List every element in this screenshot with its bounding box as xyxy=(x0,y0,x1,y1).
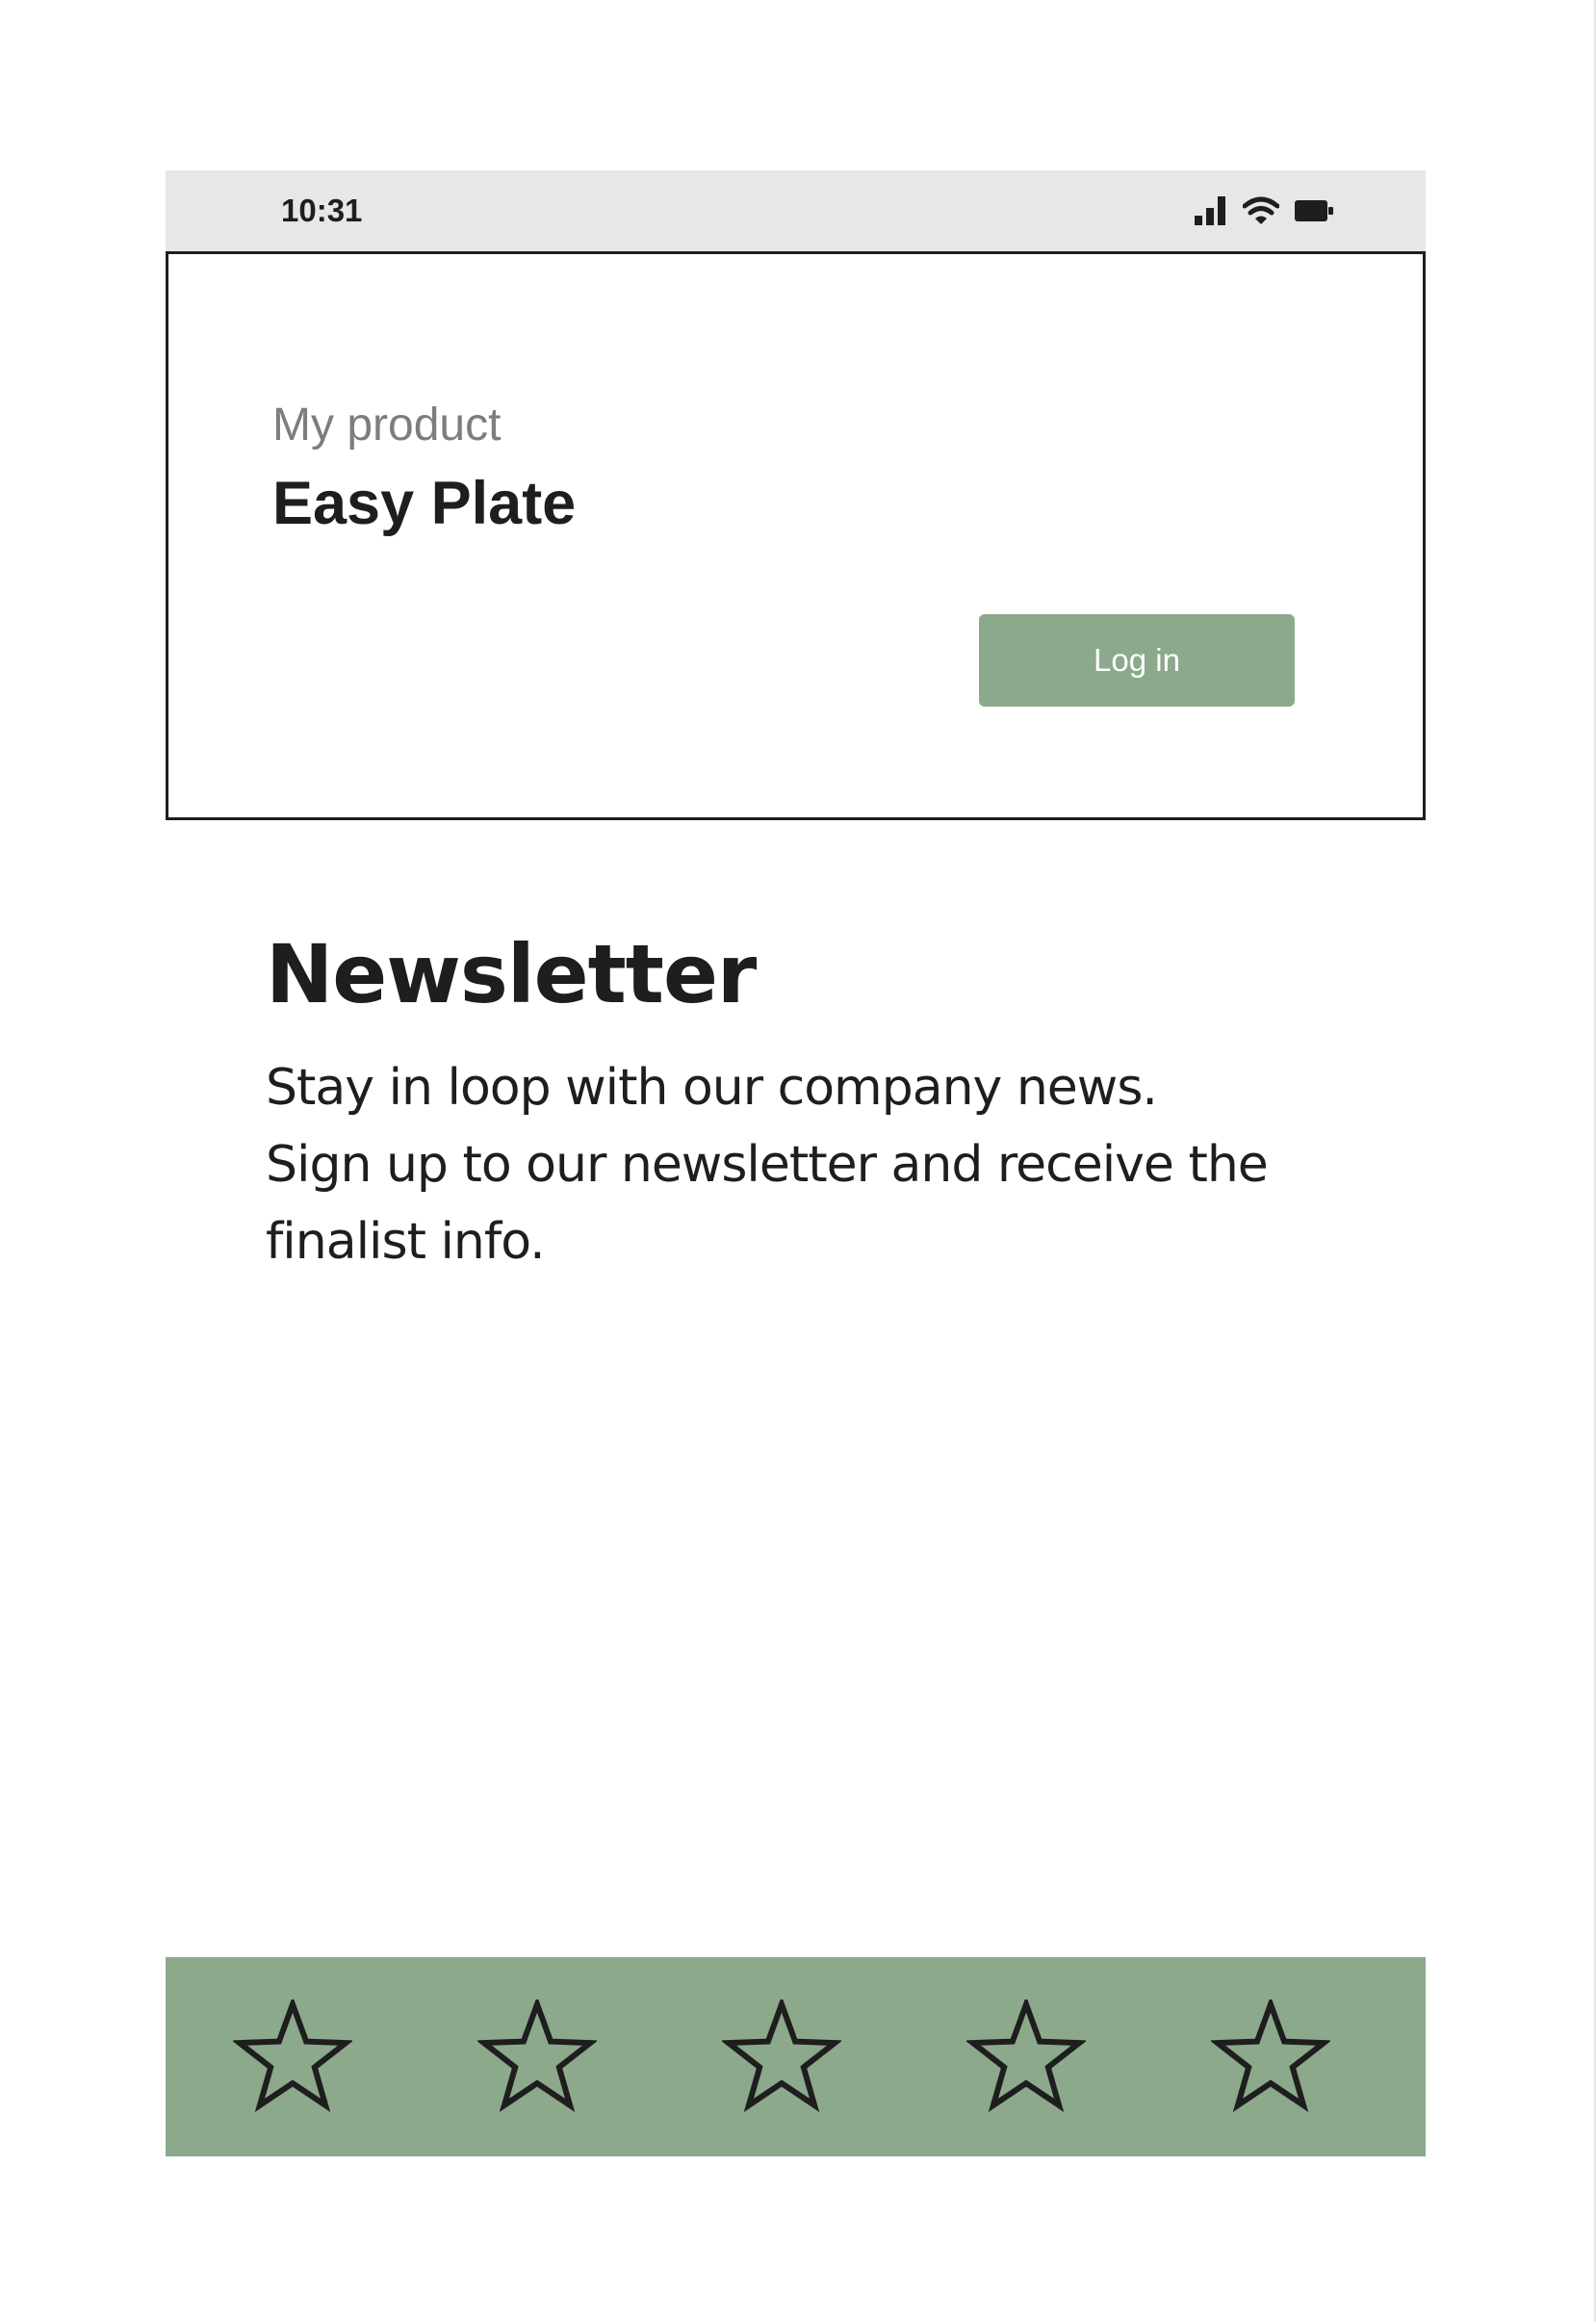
star-outline-icon[interactable] xyxy=(1211,2000,1330,2113)
status-bar: 10:31 xyxy=(166,170,1426,251)
product-name: Easy Plate xyxy=(272,470,577,537)
newsletter-description-line: Sign up to our newsletter and receive th… xyxy=(266,1136,1269,1194)
star-outline-icon[interactable] xyxy=(722,2000,841,2113)
star-rating-bar xyxy=(166,1957,1426,2156)
star-outline-icon[interactable] xyxy=(233,2000,352,2113)
star-outline-icon[interactable] xyxy=(477,2000,597,2113)
status-icons xyxy=(1195,194,1333,228)
newsletter-description-line: finalist info. xyxy=(266,1213,546,1271)
star-outline-icon[interactable] xyxy=(966,2000,1086,2113)
status-time: 10:31 xyxy=(281,193,363,228)
login-button[interactable]: Log in xyxy=(979,614,1295,707)
newsletter-title: Newsletter xyxy=(266,927,757,1021)
newsletter-description-line: Stay in loop with our company news. xyxy=(266,1059,1158,1117)
signal-icon xyxy=(1195,196,1227,225)
newsletter-description: Stay in loop with our company news. Sign… xyxy=(266,1049,1421,1280)
wifi-icon xyxy=(1243,196,1279,225)
product-header-card: My product Easy Plate Log in xyxy=(166,251,1426,820)
product-label: My product xyxy=(272,400,502,451)
battery-icon xyxy=(1295,199,1333,222)
